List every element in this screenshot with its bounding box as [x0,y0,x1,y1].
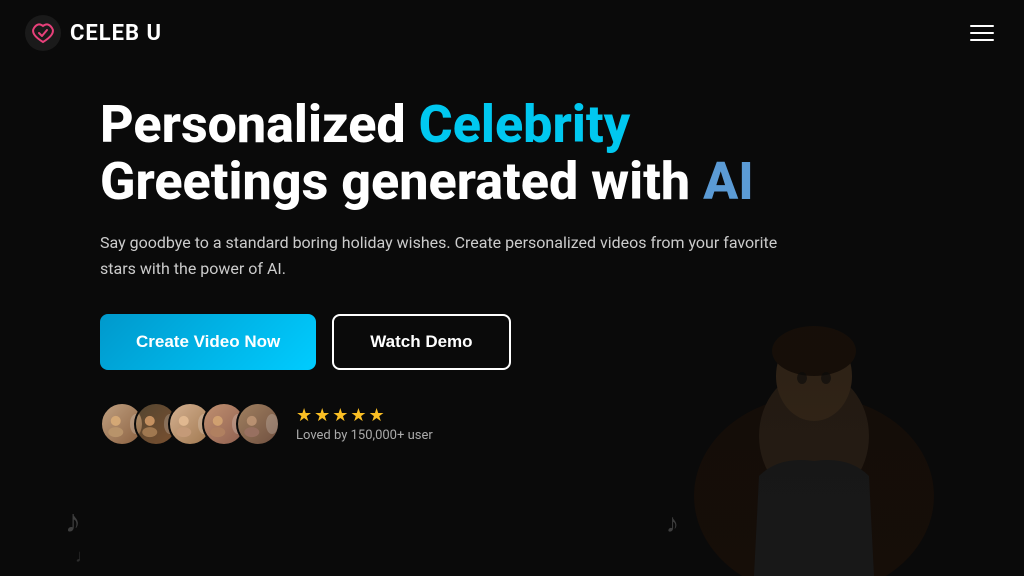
logo-area[interactable]: CELEB U [24,14,162,52]
logo-icon [24,14,62,52]
header: CELEB U [0,0,1024,66]
hamburger-line-2 [970,32,994,34]
cta-button-group: Create Video Now Watch Demo [100,314,924,370]
avatar-5 [236,402,280,446]
logo-text: CELEB U [70,21,162,46]
star-rating: ★★★★★ [296,405,433,426]
hero-title-text2: Greetings generated with [100,151,703,212]
hero-title-highlight-ai: AI [703,151,754,212]
hero-subtitle: Say goodbye to a standard boring holiday… [100,230,780,281]
svg-text:♩: ♩ [75,546,93,567]
right-music-decoration: ♪ [664,502,704,556]
create-video-button[interactable]: Create Video Now [100,314,316,370]
hero-title-highlight-celebrity: Celebrity [419,94,631,155]
svg-text:♪: ♪ [666,509,679,539]
loved-by-label: Loved by 150,000+ user [296,428,433,443]
hero-title-line1: Personalized Celebrity [100,96,924,153]
hero-title: Personalized Celebrity Greetings generat… [100,96,924,210]
social-proof: ★★★★★ Loved by 150,000+ user [100,402,924,446]
left-music-decoration: ♪ ♩ [60,492,110,576]
hero-title-text1: Personalized [100,94,419,155]
social-text: ★★★★★ Loved by 150,000+ user [296,405,433,443]
watch-demo-button[interactable]: Watch Demo [332,314,510,370]
avatar-stack [100,402,280,446]
hamburger-menu-button[interactable] [964,19,1000,47]
svg-text:♪: ♪ [65,502,81,540]
hero-title-line2: Greetings generated with AI [100,153,924,210]
hamburger-line-3 [970,39,994,41]
hamburger-line-1 [970,25,994,27]
hero-section: Personalized Celebrity Greetings generat… [0,66,1024,446]
